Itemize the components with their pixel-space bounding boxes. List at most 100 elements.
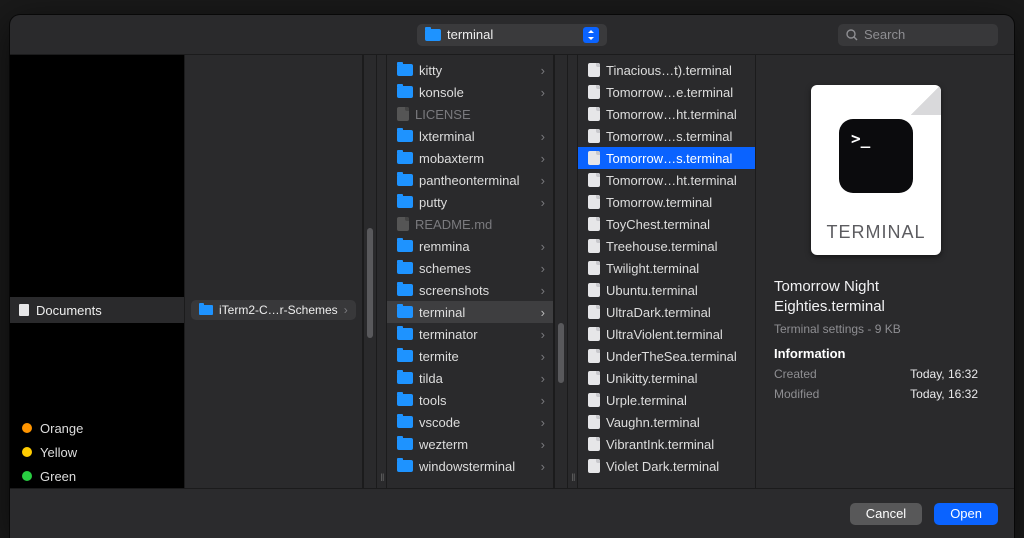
cancel-button[interactable]: Cancel bbox=[850, 503, 922, 525]
file-row[interactable]: Tomorrow…ht.terminal bbox=[578, 103, 755, 125]
chevron-right-icon: › bbox=[541, 437, 545, 452]
file-row[interactable]: Urple.terminal bbox=[578, 389, 755, 411]
row-label: Tomorrow…e.terminal bbox=[606, 85, 747, 100]
preview-modified-val: Today, 16:32 bbox=[910, 387, 978, 401]
path-chip-row: Documents bbox=[10, 297, 184, 323]
chevron-right-icon: › bbox=[541, 261, 545, 276]
folder-row[interactable]: windowsterminal› bbox=[387, 455, 553, 477]
chevron-right-icon: › bbox=[541, 63, 545, 78]
file-row[interactable]: Tomorrow…s.terminal bbox=[578, 125, 755, 147]
location-popup[interactable]: terminal bbox=[417, 24, 607, 46]
folder-row[interactable]: mobaxterm› bbox=[387, 147, 553, 169]
preview-section-title: Information bbox=[774, 346, 978, 361]
scrollbar-thumb[interactable] bbox=[558, 323, 564, 383]
search-field[interactable] bbox=[838, 24, 998, 46]
row-label: LICENSE bbox=[415, 107, 545, 122]
file-row[interactable]: Tomorrow…s.terminal bbox=[578, 147, 755, 169]
tag-label: Yellow bbox=[40, 445, 77, 460]
file-row[interactable]: Treehouse.terminal bbox=[578, 235, 755, 257]
folder-row[interactable]: termite› bbox=[387, 345, 553, 367]
file-row[interactable]: Twilight.terminal bbox=[578, 257, 755, 279]
row-label: Violet Dark.terminal bbox=[606, 459, 747, 474]
file-row[interactable]: UltraViolent.terminal bbox=[578, 323, 755, 345]
folder-row[interactable]: remmina› bbox=[387, 235, 553, 257]
file-row[interactable]: Tomorrow…e.terminal bbox=[578, 81, 755, 103]
chevron-right-icon: › bbox=[541, 129, 545, 144]
folder-icon bbox=[397, 174, 413, 186]
folder-row[interactable]: tilda› bbox=[387, 367, 553, 389]
folder-row[interactable]: konsole› bbox=[387, 81, 553, 103]
row-label: pantheonterminal bbox=[419, 173, 535, 188]
file-icon bbox=[588, 195, 600, 209]
row-label: Tomorrow…s.terminal bbox=[606, 129, 747, 144]
file-row[interactable]: Tomorrow.terminal bbox=[578, 191, 755, 213]
folder-row[interactable]: screenshots › bbox=[387, 279, 553, 301]
file-row[interactable]: Tomorrow…ht.terminal bbox=[578, 169, 755, 191]
document-icon bbox=[18, 303, 30, 317]
row-label: vscode bbox=[419, 415, 535, 430]
chevron-right-icon: › bbox=[344, 303, 348, 317]
folder-icon bbox=[425, 29, 441, 41]
file-row[interactable]: UltraDark.terminal bbox=[578, 301, 755, 323]
row-label: Tomorrow…ht.terminal bbox=[606, 107, 747, 122]
tag-label: Orange bbox=[40, 421, 83, 436]
chevron-right-icon: › bbox=[541, 415, 545, 430]
file-icon bbox=[588, 107, 600, 121]
sidebar-tag[interactable]: Orange bbox=[10, 416, 184, 440]
chevron-right-icon: › bbox=[541, 283, 545, 298]
search-input[interactable] bbox=[864, 27, 1014, 42]
file-icon bbox=[588, 393, 600, 407]
file-row[interactable]: Tinacious…t).terminal bbox=[578, 59, 755, 81]
row-label: UnderTheSea.terminal bbox=[606, 349, 747, 364]
file-row[interactable]: VibrantInk.terminal bbox=[578, 433, 755, 455]
folder-row[interactable]: pantheonterminal › bbox=[387, 169, 553, 191]
file-icon bbox=[588, 129, 600, 143]
chevron-right-icon: › bbox=[541, 85, 545, 100]
file-row[interactable]: LICENSE bbox=[387, 103, 553, 125]
file-row[interactable]: UnderTheSea.terminal bbox=[578, 345, 755, 367]
chevron-right-icon: › bbox=[541, 371, 545, 386]
scrollbar-thumb[interactable] bbox=[367, 228, 373, 338]
file-icon bbox=[588, 349, 600, 363]
preview-created-val: Today, 16:32 bbox=[910, 367, 978, 381]
folder-icon bbox=[397, 64, 413, 76]
file-icon bbox=[588, 239, 600, 253]
file-row[interactable]: Violet Dark.terminal bbox=[578, 455, 755, 477]
folder-row[interactable]: tools› bbox=[387, 389, 553, 411]
search-icon bbox=[846, 29, 858, 41]
folder-icon bbox=[397, 130, 413, 142]
chevron-right-icon: › bbox=[541, 173, 545, 188]
file-icon bbox=[588, 173, 600, 187]
file-row[interactable]: README.md bbox=[387, 213, 553, 235]
folder-row[interactable]: lxterminal› bbox=[387, 125, 553, 147]
file-row[interactable]: Vaughn.terminal bbox=[578, 411, 755, 433]
chevron-right-icon: › bbox=[541, 151, 545, 166]
folder-row[interactable]: terminator› bbox=[387, 323, 553, 345]
column-resize-handle-2[interactable]: ‖ bbox=[568, 55, 578, 488]
folder-row[interactable]: vscode › bbox=[387, 411, 553, 433]
sidebar-item-documents-label[interactable]: Documents bbox=[36, 303, 102, 318]
open-button[interactable]: Open bbox=[934, 503, 998, 525]
titlebar: terminal bbox=[10, 15, 1014, 55]
folder-icon bbox=[397, 262, 413, 274]
folder-row[interactable]: wezterm› bbox=[387, 433, 553, 455]
file-row[interactable]: Unikitty.terminal bbox=[578, 367, 755, 389]
dialog-body: Documents Orange Yellow Green iTerm2-C…r-S… bbox=[10, 55, 1014, 488]
column-resize-handle-1[interactable]: ‖ bbox=[377, 55, 387, 488]
folder-row[interactable]: schemes› bbox=[387, 257, 553, 279]
files-scrollbar[interactable] bbox=[554, 55, 568, 488]
terminal-app-icon: >_ bbox=[839, 119, 913, 193]
folder-row[interactable]: terminal› bbox=[387, 301, 553, 323]
breadcrumb-chip[interactable]: iTerm2-C…r-Schemes › bbox=[191, 300, 356, 320]
sidebar-tag[interactable]: Green bbox=[10, 464, 184, 488]
file-row[interactable]: Ubuntu.terminal bbox=[578, 279, 755, 301]
file-icon bbox=[588, 327, 600, 341]
folder-row[interactable]: kitty› bbox=[387, 59, 553, 81]
sidebar-tag[interactable]: Yellow bbox=[10, 440, 184, 464]
row-label: screenshots bbox=[419, 283, 535, 298]
folder-row[interactable]: putty› bbox=[387, 191, 553, 213]
file-row[interactable]: ToyChest.terminal bbox=[578, 213, 755, 235]
row-label: Urple.terminal bbox=[606, 393, 747, 408]
file-icon bbox=[588, 437, 600, 451]
folder-scrollbar[interactable] bbox=[363, 55, 377, 488]
